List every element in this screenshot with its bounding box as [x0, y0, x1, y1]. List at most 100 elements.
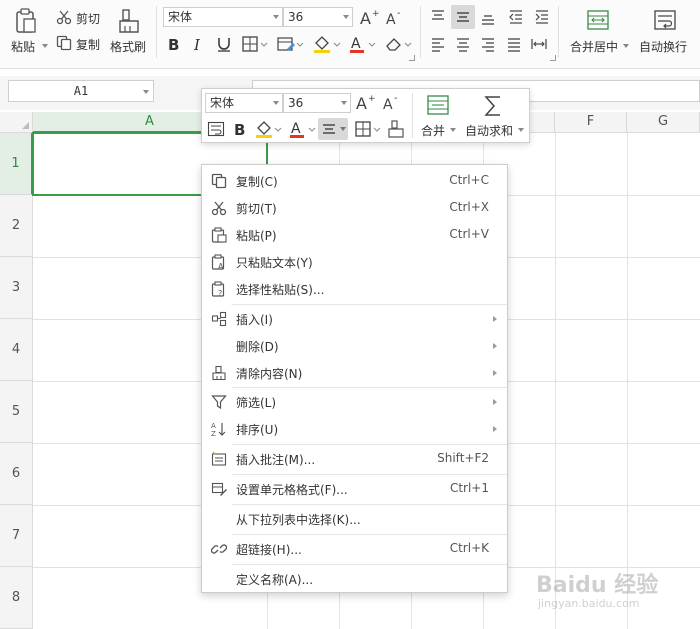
- row-header-5[interactable]: 5: [0, 381, 33, 443]
- merge-cells-icon: [587, 10, 609, 30]
- mini-wrap-icon[interactable]: [207, 120, 225, 138]
- row-header-6[interactable]: 6: [0, 443, 33, 505]
- menu-item-label: 筛选(L): [236, 396, 277, 410]
- clear-button[interactable]: [384, 34, 414, 54]
- bold-button[interactable]: B: [165, 35, 183, 54]
- decrease-indent-icon[interactable]: [507, 8, 525, 26]
- align-middle-button[interactable]: [451, 5, 475, 29]
- merge-center-button[interactable]: 合并居中: [566, 6, 630, 58]
- cell-style-button[interactable]: [276, 35, 304, 53]
- menu-item-cut[interactable]: 剪切(T) Ctrl+X: [202, 195, 507, 221]
- merge-cells-icon: [427, 95, 449, 115]
- font-group-launcher[interactable]: [409, 55, 415, 61]
- eraser-icon: [386, 38, 412, 51]
- font-name-select[interactable]: 宋体: [163, 7, 283, 27]
- mini-font-size-select[interactable]: 36: [283, 93, 351, 113]
- mini-autosum-button[interactable]: 自动求和: [462, 93, 526, 139]
- format-painter-button[interactable]: 格式刷: [108, 6, 150, 58]
- chevron-down-icon: [450, 128, 456, 132]
- decrease-font-button[interactable]: A-: [385, 7, 405, 28]
- menu-item-label: 删除(D): [236, 340, 279, 354]
- menu-item-paste-special[interactable]: ? 选择性粘贴(S)...: [202, 276, 507, 302]
- align-center-icon[interactable]: [454, 35, 472, 53]
- bold-icon[interactable]: B: [231, 120, 249, 138]
- menu-item-shortcut: Ctrl+V: [449, 227, 489, 241]
- align-right-icon[interactable]: [479, 35, 497, 53]
- row-header-7[interactable]: 7: [0, 505, 33, 567]
- decrease-font-icon: A-: [383, 93, 398, 113]
- svg-text:-: -: [397, 8, 401, 19]
- distribute-icon[interactable]: [530, 35, 548, 53]
- borders-button[interactable]: [241, 35, 269, 53]
- align-group-launcher[interactable]: [550, 55, 556, 61]
- menu-item-shortcut: Ctrl+1: [449, 481, 489, 495]
- cut-button[interactable]: 剪切: [55, 8, 105, 26]
- menu-item-insert-comment[interactable]: 插入批注(M)... Shift+F2: [202, 446, 507, 472]
- font-color-button[interactable]: A: [348, 34, 378, 54]
- copy-button[interactable]: 复制: [55, 34, 105, 52]
- row-header-8[interactable]: 8: [0, 567, 33, 629]
- menu-item-paste[interactable]: 粘贴(P) Ctrl+V: [202, 222, 507, 248]
- format-painter-icon[interactable]: [387, 119, 405, 139]
- fill-bucket-icon[interactable]: [254, 119, 284, 139]
- chevron-down-icon[interactable]: [143, 90, 149, 94]
- row-header-1[interactable]: 1: [0, 133, 33, 195]
- svg-text:I: I: [193, 36, 201, 53]
- underline-button[interactable]: [215, 35, 233, 53]
- font-size-select[interactable]: 36: [283, 7, 353, 27]
- font-color-icon: A: [350, 36, 376, 53]
- menu-item-sort[interactable]: AZ 排序(U): [202, 416, 507, 442]
- borders-icon: [242, 36, 268, 52]
- paste-icon: [16, 8, 36, 33]
- select-all-corner[interactable]: [0, 112, 33, 133]
- menu-item-paste-text-only[interactable]: A 只粘贴文本(Y): [202, 249, 507, 275]
- menu-item-hyperlink[interactable]: 超链接(H)... Ctrl+K: [202, 536, 507, 562]
- sort-az-icon: AZ: [211, 422, 226, 437]
- svg-text:+: +: [372, 9, 379, 19]
- menu-item-copy[interactable]: 复制(C) Ctrl+C: [202, 168, 507, 194]
- align-bottom-icon[interactable]: [479, 8, 497, 26]
- menu-item-format-cells[interactable]: 设置单元格格式(F)... Ctrl+1: [202, 476, 507, 502]
- watermark-url: jingyan.baidu.com: [538, 597, 640, 610]
- paste-text-icon: A: [211, 254, 225, 270]
- menu-item-delete[interactable]: 删除(D): [202, 333, 507, 359]
- row-header-3[interactable]: 3: [0, 257, 33, 319]
- mini-font-name-select[interactable]: 宋体: [205, 93, 283, 113]
- svg-text:Z: Z: [211, 430, 216, 437]
- row-header-4[interactable]: 4: [0, 319, 33, 381]
- mini-merge-button[interactable]: 合并: [418, 93, 458, 139]
- menu-item-define-name[interactable]: 定义名称(A)...: [202, 566, 507, 592]
- borders-icon[interactable]: [354, 120, 382, 138]
- mini-decrease-font-button[interactable]: A-: [382, 92, 402, 113]
- paste-button[interactable]: 粘贴: [8, 6, 48, 58]
- menu-item-pick-from-list[interactable]: 从下拉列表中选择(K)...: [202, 506, 507, 532]
- wrap-text-button[interactable]: 自动换行: [636, 6, 694, 58]
- increase-font-button[interactable]: A +: [359, 7, 380, 28]
- menu-item-clear-contents[interactable]: 清除内容(N): [202, 360, 507, 386]
- sigma-icon: [484, 96, 500, 116]
- align-top-icon[interactable]: [429, 8, 447, 26]
- menu-item-filter[interactable]: 筛选(L): [202, 389, 507, 415]
- paste-dropdown-arrow[interactable]: [42, 44, 48, 48]
- cell-style-icon: [277, 37, 304, 51]
- increase-font-icon: A +: [360, 9, 380, 28]
- name-box[interactable]: A1: [8, 80, 154, 102]
- merge-dropdown-arrow[interactable]: [623, 44, 629, 48]
- fill-color-button[interactable]: [312, 34, 342, 54]
- row-header-2[interactable]: 2: [0, 195, 33, 257]
- column-header-g[interactable]: G: [627, 112, 700, 133]
- align-left-icon[interactable]: [429, 35, 447, 53]
- mini-align-middle-button[interactable]: [318, 118, 348, 140]
- font-color-icon[interactable]: A: [288, 119, 318, 139]
- justify-icon[interactable]: [505, 35, 523, 53]
- menu-item-insert[interactable]: 插入(I): [202, 306, 507, 332]
- cut-label: 剪切: [76, 12, 101, 26]
- mini-increase-font-button[interactable]: A +: [355, 92, 376, 113]
- italic-button[interactable]: I: [190, 35, 208, 54]
- column-header-f[interactable]: F: [555, 112, 627, 133]
- increase-indent-icon[interactable]: [533, 8, 551, 26]
- chevron-down-icon: [341, 101, 347, 105]
- scissors-icon: [211, 201, 227, 216]
- fill-bucket-icon: [314, 36, 341, 53]
- chevron-down-icon: [273, 101, 279, 105]
